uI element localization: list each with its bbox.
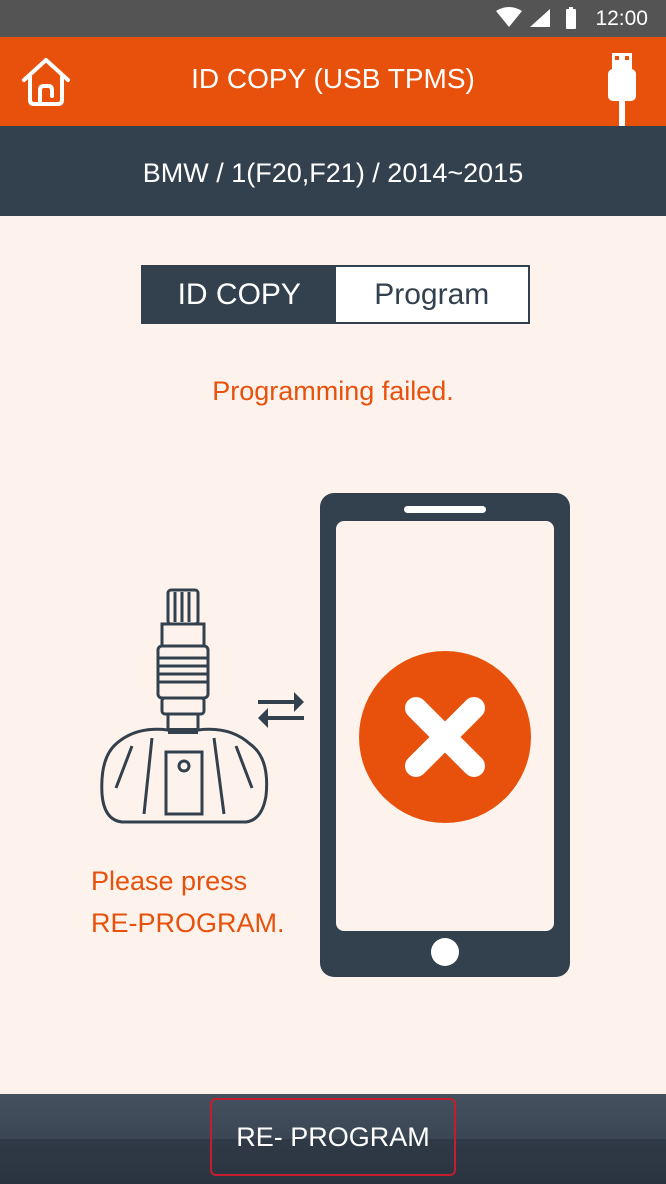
programming-status-message: Programming failed. (212, 376, 454, 406)
app-bar: ID COPY (USB TPMS) (0, 37, 666, 127)
instruction-text: Please press RE-PROGRAM. (91, 860, 285, 944)
tpms-sensor-icon (100, 588, 269, 824)
instruction-line-1: Please press (91, 866, 248, 896)
cellular-signal-icon (530, 9, 550, 27)
tab-program[interactable]: Program (335, 267, 528, 322)
status-bar: 12:00 (0, 0, 666, 37)
tab-id-copy[interactable]: ID COPY (143, 267, 336, 322)
re-program-button[interactable]: RE- PROGRAM (210, 1098, 456, 1176)
usb-plug-icon (608, 53, 636, 127)
page-title: ID COPY (USB TPMS) (191, 63, 475, 94)
vehicle-breadcrumb: BMW / 1(F20,F21) / 2014~2015 (142, 158, 524, 188)
transfer-arrows-icon (258, 692, 304, 728)
vehicle-header: BMW / 1(F20,F21) / 2014~2015 (0, 126, 666, 216)
wifi-icon (496, 7, 522, 27)
mode-toggle: ID COPY Program (141, 265, 530, 324)
status-icons (496, 7, 576, 29)
clock: 12:00 (595, 7, 648, 30)
phone-icon (320, 493, 570, 977)
footer-bar: RE- PROGRAM (0, 1094, 666, 1184)
battery-icon (566, 9, 576, 29)
instruction-line-2: RE-PROGRAM. (91, 908, 285, 938)
